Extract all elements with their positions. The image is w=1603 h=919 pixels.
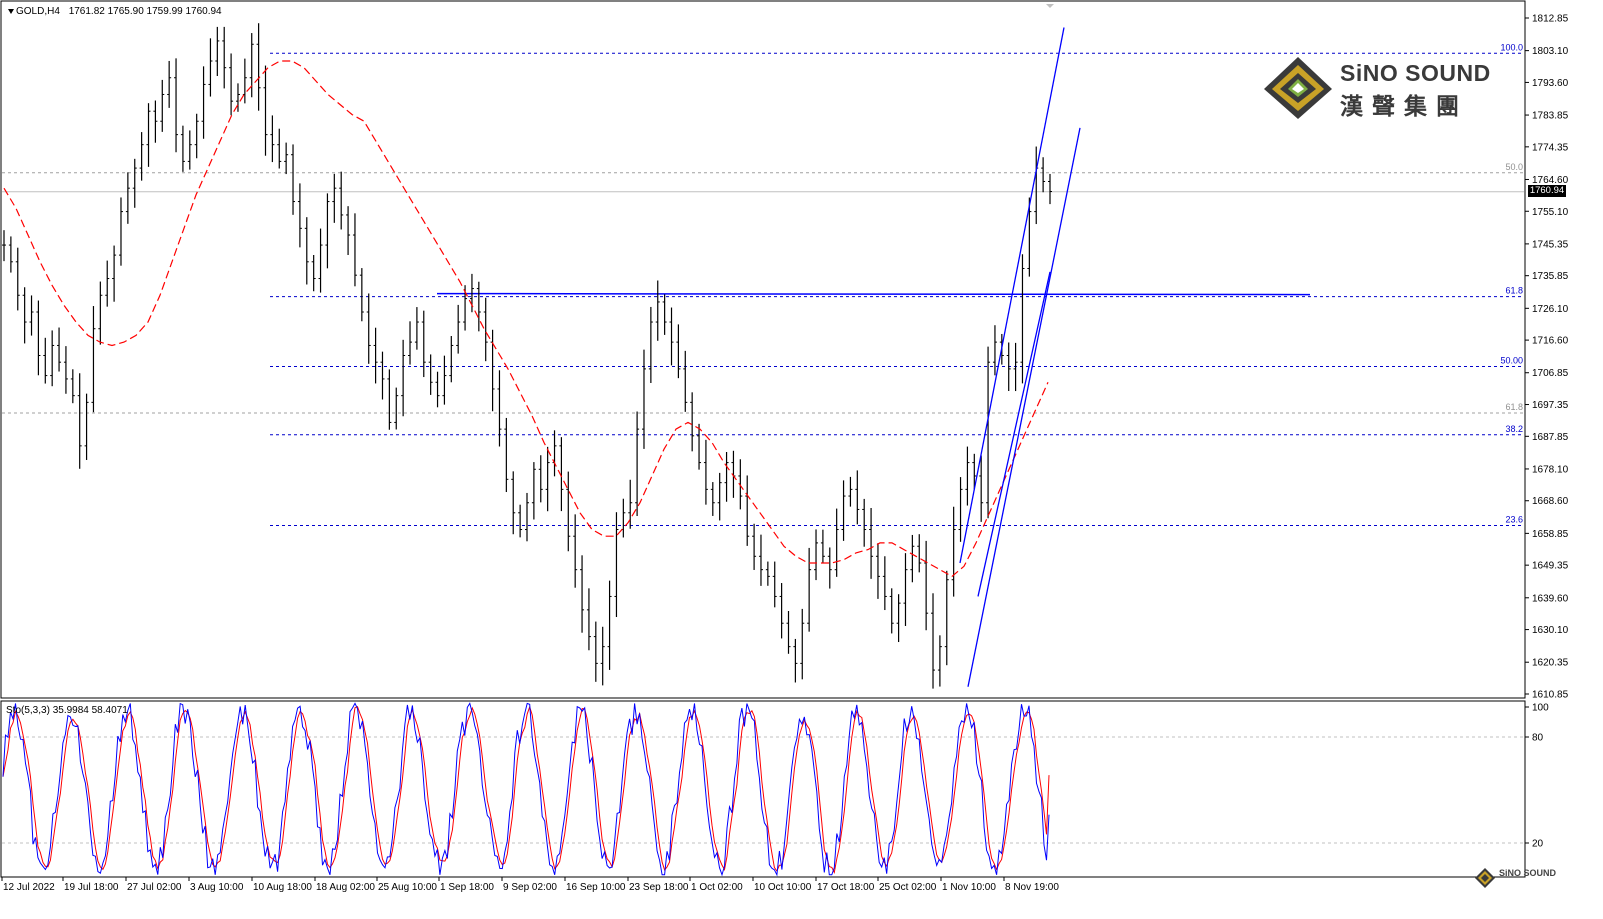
diamond-logo-icon xyxy=(1264,57,1332,119)
trend-channel[interactable] xyxy=(959,27,1081,687)
logo-chinese: 漢聲集團 xyxy=(1340,93,1468,119)
stoch-tick-label: 100 xyxy=(1532,703,1549,714)
x-tick-label: 3 Aug 10:00 xyxy=(190,882,244,893)
y-tick-label: 1649.35 xyxy=(1532,561,1569,572)
price-axis[interactable]: 1812.851803.101793.601783.851774.351764.… xyxy=(1524,1,1569,850)
y-tick-label: 1630.10 xyxy=(1532,625,1569,636)
x-tick-label: 12 Jul 2022 xyxy=(3,882,55,893)
fib-label: 100.0 xyxy=(1500,42,1523,52)
y-tick-label: 1687.85 xyxy=(1532,432,1569,443)
scroll-marker-icon[interactable] xyxy=(1046,4,1054,8)
indicator-label: Sto(5,3,3) 35.9984 58.4071 xyxy=(6,705,128,716)
x-tick-label: 19 Jul 18:00 xyxy=(64,882,119,893)
y-tick-label: 1706.85 xyxy=(1532,368,1569,379)
y-tick-label: 1610.85 xyxy=(1532,690,1569,701)
price-chart[interactable]: 100.0 50.0 61.8 50.00 61.8 38.2 23.6 1812.85 18… xyxy=(0,0,1603,919)
fib-label: 61.8 xyxy=(1505,286,1523,296)
x-tick-label: 9 Sep 02:00 xyxy=(503,882,557,893)
y-tick-label: 1726.10 xyxy=(1532,304,1569,315)
resistance-line[interactable] xyxy=(436,292,1311,296)
x-tick-label: 25 Aug 10:00 xyxy=(378,882,437,893)
x-tick-label: 18 Aug 02:00 xyxy=(316,882,375,893)
ma-line xyxy=(3,60,1049,578)
x-tick-label: 1 Sep 18:00 xyxy=(440,882,494,893)
x-tick-label: 8 Nov 19:00 xyxy=(1005,882,1059,893)
moving-average xyxy=(3,60,1049,578)
y-tick-label: 1755.10 xyxy=(1532,207,1569,218)
x-tick-label: 17 Oct 18:00 xyxy=(817,882,875,893)
fib-label: 50.00 xyxy=(1500,356,1523,366)
current-price-tag: 1760.94 xyxy=(1528,185,1566,197)
small-logo-text: SiNO SOUND xyxy=(1499,868,1557,878)
x-tick-label: 10 Aug 18:00 xyxy=(253,882,312,893)
fib-label: 23.6 xyxy=(1505,515,1523,525)
y-tick-label: 1668.60 xyxy=(1532,496,1569,507)
y-tick-label: 1812.85 xyxy=(1532,14,1569,25)
x-tick-label: 25 Oct 02:00 xyxy=(879,882,937,893)
stochastic-oscillator xyxy=(2,702,1050,877)
stoch-tick-label: 80 xyxy=(1532,733,1544,744)
y-tick-label: 1745.35 xyxy=(1532,239,1569,250)
y-tick-label: 1735.85 xyxy=(1532,271,1569,282)
price-bars xyxy=(2,23,1052,689)
logo-name: SiNO SOUND xyxy=(1340,60,1491,86)
fib-label: 38.2 xyxy=(1505,424,1523,434)
x-tick-label: 23 Sep 18:00 xyxy=(629,882,689,893)
time-axis[interactable]: 12 Jul 2022 19 Jul 18:00 27 Jul 02:00 3 Aug… xyxy=(1,877,1059,893)
channel-line[interactable] xyxy=(959,27,1065,564)
x-tick-label: 10 Oct 10:00 xyxy=(754,882,812,893)
y-tick-label: 1803.10 xyxy=(1532,46,1569,57)
stoch-tick-label: 20 xyxy=(1532,839,1544,850)
fib-label: 61.8 xyxy=(1505,402,1523,412)
channel-line[interactable] xyxy=(977,271,1051,597)
y-tick-label: 1697.35 xyxy=(1532,400,1569,411)
company-logo: SiNO SOUND 漢聲集團 xyxy=(1262,55,1492,121)
fib-label: 50.0 xyxy=(1505,162,1523,172)
x-tick-label: 1 Oct 02:00 xyxy=(691,882,743,893)
y-tick-label: 1783.85 xyxy=(1532,111,1569,122)
y-tick-label: 1678.10 xyxy=(1532,464,1569,475)
channel-line[interactable] xyxy=(967,127,1081,687)
y-tick-label: 1639.60 xyxy=(1532,593,1569,604)
y-tick-label: 1793.60 xyxy=(1532,78,1569,89)
small-diamond-icon xyxy=(1475,868,1495,888)
small-logo: SiNO SOUND xyxy=(1474,866,1564,890)
x-tick-label: 27 Jul 02:00 xyxy=(127,882,182,893)
x-tick-label: 1 Nov 10:00 xyxy=(942,882,996,893)
x-tick-label: 16 Sep 10:00 xyxy=(566,882,626,893)
y-tick-label: 1716.60 xyxy=(1532,336,1569,347)
y-tick-label: 1658.85 xyxy=(1532,529,1569,540)
y-tick-label: 1620.35 xyxy=(1532,658,1569,669)
y-tick-label: 1774.35 xyxy=(1532,142,1569,153)
